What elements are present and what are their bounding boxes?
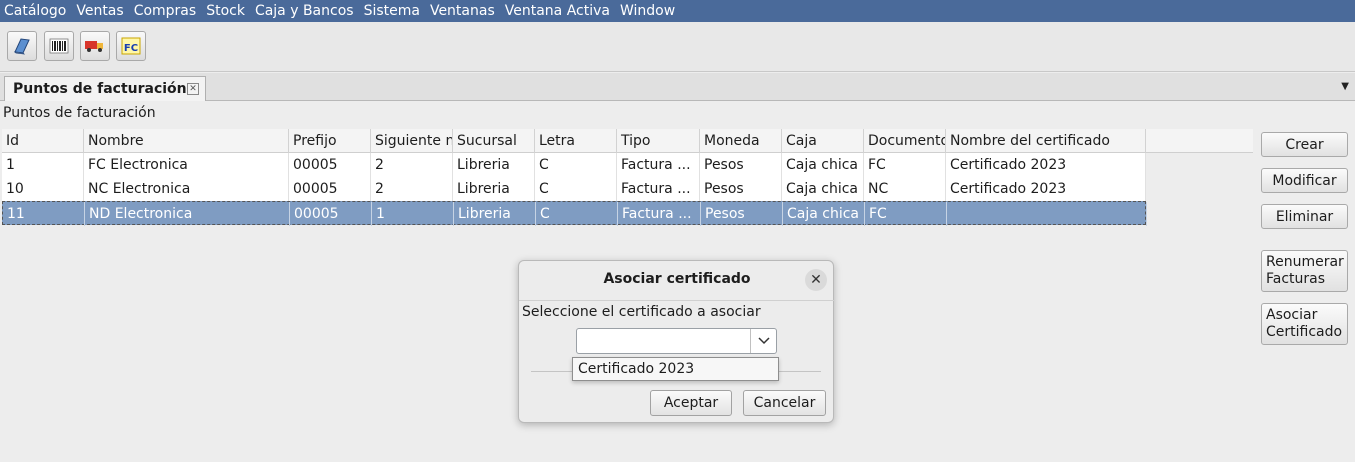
tab-puntos-de-facturacion[interactable]: Puntos de facturación ✕	[4, 76, 206, 101]
fc-icon: FC	[121, 37, 141, 55]
toolbar-truck-button[interactable]	[80, 31, 110, 61]
cell-letra: C	[536, 202, 618, 226]
cell-caja: Caja chica	[782, 153, 864, 177]
column-header-siguiente[interactable]: Siguiente n	[371, 129, 453, 153]
column-header-documento[interactable]: Documento	[864, 129, 946, 153]
renumerar-label-line1: Renumerar	[1266, 254, 1344, 270]
asociar-certificado-dialog: Asociar certificado ✕ Seleccione el cert…	[518, 260, 835, 423]
tab-close-icon[interactable]: ✕	[187, 83, 199, 95]
column-header-certificado[interactable]: Nombre del certificado	[946, 129, 1146, 153]
cell-tipo: Factura ...	[617, 153, 700, 177]
renumerar-facturas-button[interactable]: Renumerar Facturas	[1261, 250, 1348, 292]
column-header-moneda[interactable]: Moneda	[700, 129, 782, 153]
tab-list-dropdown-icon[interactable]: ▼	[1341, 81, 1349, 92]
table-row[interactable]: 10 NC Electronica 00005 2 Libreria C Fac…	[2, 177, 1146, 201]
toolbar-fc-button[interactable]: FC	[116, 31, 146, 61]
crear-button[interactable]: Crear	[1261, 132, 1348, 157]
cell-documento: NC	[864, 177, 946, 201]
dialog-title: Asociar certificado	[603, 271, 751, 287]
cell-prefijo: 00005	[289, 177, 371, 201]
asociar-label-line1: Asociar	[1266, 307, 1318, 323]
barcode-icon	[49, 38, 69, 54]
cell-documento: FC	[864, 153, 946, 177]
cell-nombre: ND Electronica	[85, 202, 290, 226]
toolbar-book-button[interactable]	[7, 31, 37, 61]
cell-siguiente: 2	[371, 153, 453, 177]
toolbar-barcode-button[interactable]	[44, 31, 74, 61]
cell-prefijo: 00005	[289, 153, 371, 177]
cell-moneda: Pesos	[701, 202, 783, 226]
cell-caja: Caja chica	[782, 177, 864, 201]
column-header-caja[interactable]: Caja	[782, 129, 864, 153]
menu-stock[interactable]: Stock	[206, 3, 245, 19]
column-header-sucursal[interactable]: Sucursal	[453, 129, 535, 153]
cell-caja: Caja chica	[783, 202, 865, 226]
column-header-id[interactable]: Id	[2, 129, 84, 153]
cell-prefijo: 00005	[290, 202, 372, 226]
certificate-combobox[interactable]	[576, 328, 777, 354]
table-row-selected[interactable]: 11 ND Electronica 00005 1 Libreria C Fac…	[2, 201, 1147, 226]
menu-bar: Catálogo Ventas Compras Stock Caja y Ban…	[0, 0, 1355, 22]
cell-siguiente: 2	[371, 177, 453, 201]
column-header-prefijo[interactable]: Prefijo	[289, 129, 371, 153]
asociar-certificado-button[interactable]: Asociar Certificado	[1261, 303, 1348, 345]
cell-documento: FC	[865, 202, 947, 226]
chevron-down-icon[interactable]	[750, 329, 776, 353]
asociar-label-line2: Certificado	[1266, 324, 1343, 340]
cell-certificado: Certificado 2023	[946, 177, 1146, 201]
dialog-close-icon[interactable]: ✕	[805, 269, 827, 291]
menu-sistema[interactable]: Sistema	[364, 3, 420, 19]
tab-label: Puntos de facturación	[13, 81, 187, 97]
cell-id: 10	[2, 177, 84, 201]
dialog-prompt: Seleccione el certificado a asociar	[522, 304, 761, 320]
tab-strip: Puntos de facturación ✕ ▼	[0, 73, 1355, 101]
renumerar-label-line2: Facturas	[1266, 271, 1326, 287]
menu-caja-y-bancos[interactable]: Caja y Bancos	[255, 3, 354, 19]
toolbar: FC	[0, 22, 1355, 72]
column-header-letra[interactable]: Letra	[535, 129, 617, 153]
menu-ventas[interactable]: Ventas	[76, 3, 123, 19]
cell-letra: C	[535, 177, 617, 201]
cell-nombre: FC Electronica	[84, 153, 289, 177]
cell-sucursal: Libreria	[453, 153, 535, 177]
svg-text:FC: FC	[124, 43, 138, 54]
certificate-option[interactable]: Certificado 2023	[572, 357, 779, 381]
cell-tipo: Factura ...	[617, 177, 700, 201]
truck-icon	[85, 41, 103, 52]
cell-id: 1	[2, 153, 84, 177]
aceptar-button[interactable]: Aceptar	[650, 390, 732, 416]
menu-window[interactable]: Window	[620, 3, 675, 19]
column-header-nombre[interactable]: Nombre	[84, 129, 289, 153]
cell-moneda: Pesos	[700, 153, 782, 177]
cell-certificado	[947, 202, 1147, 226]
menu-ventana-activa[interactable]: Ventana Activa	[505, 3, 610, 19]
cell-nombre: NC Electronica	[84, 177, 289, 201]
column-header-tipo[interactable]: Tipo	[617, 129, 700, 153]
table-row[interactable]: 1 FC Electronica 00005 2 Libreria C Fact…	[2, 153, 1146, 177]
cell-moneda: Pesos	[700, 177, 782, 201]
cell-tipo: Factura ...	[618, 202, 701, 226]
table-header: Id Nombre Prefijo Siguiente n Sucursal L…	[2, 129, 1253, 153]
menu-catalogo[interactable]: Catálogo	[4, 3, 66, 19]
cell-certificado: Certificado 2023	[946, 153, 1146, 177]
menu-ventanas[interactable]: Ventanas	[430, 3, 495, 19]
dialog-divider	[519, 300, 835, 301]
eliminar-button[interactable]: Eliminar	[1261, 204, 1348, 229]
cell-sucursal: Libreria	[453, 177, 535, 201]
cell-letra: C	[535, 153, 617, 177]
book-icon	[13, 38, 30, 55]
menu-compras[interactable]: Compras	[134, 3, 197, 19]
cancelar-button[interactable]: Cancelar	[743, 390, 826, 416]
cell-id: 11	[3, 202, 85, 226]
cell-sucursal: Libreria	[454, 202, 536, 226]
modificar-button[interactable]: Modificar	[1261, 168, 1348, 193]
section-title: Puntos de facturación	[3, 105, 156, 121]
cell-siguiente: 1	[372, 202, 454, 226]
